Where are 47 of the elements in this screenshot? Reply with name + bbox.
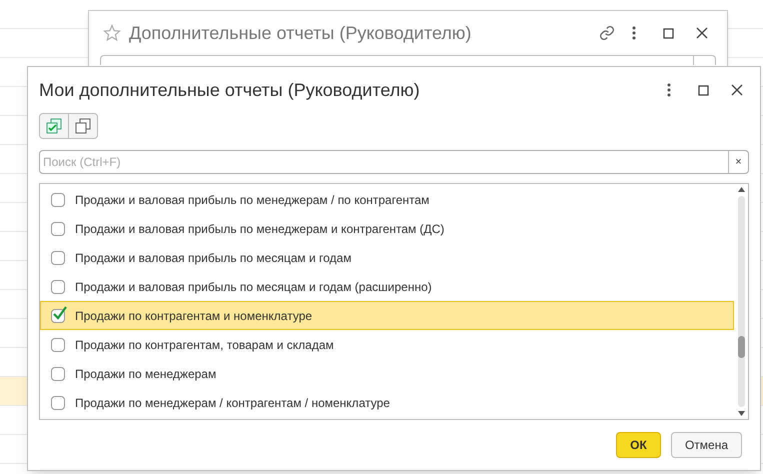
checkbox[interactable] [51, 250, 65, 264]
report-label: Продажи по менеджерам / контрагентам / номенклатуре [75, 394, 390, 412]
maximize-icon[interactable] [698, 84, 708, 96]
close-icon[interactable] [696, 27, 708, 39]
report-item[interactable]: Продажи и валовая прибыль по месяцам и годам [40, 243, 734, 272]
report-item[interactable]: Продажи и валовая прибыль по менеджерам / по контрагентам [40, 185, 734, 214]
report-item[interactable]: Продажи по контрагентам и номенклатуре [40, 301, 734, 330]
checked-copies-icon [46, 118, 62, 134]
report-label: Продажи по контрагентам и номенклатуре [75, 308, 312, 324]
cancel-button[interactable]: Отмена [671, 432, 742, 458]
checkbox[interactable] [51, 192, 65, 206]
ok-button[interactable]: ОК [616, 432, 661, 458]
window-title: Дополнительные отчеты (Руководителю) [129, 22, 472, 45]
report-label: Продажи по контрагентам, товарам и складам [75, 336, 334, 354]
link-icon[interactable] [599, 25, 615, 41]
report-item[interactable]: Продажи и валовая прибыль по менеджерам и контрагентам (ДС) [40, 214, 734, 243]
clear-button[interactable]: × [728, 151, 748, 173]
check-all-button[interactable] [39, 113, 69, 139]
scroll-down-icon[interactable] [738, 411, 744, 416]
report-item[interactable]: Продажи по менеджерам / контрагентам / номенклатуре [40, 388, 734, 417]
checkbox[interactable] [51, 366, 65, 380]
report-label: Продажи и валовая прибыль по менеджерам и контрагентам (ДС) [75, 220, 444, 238]
more-icon[interactable] [632, 26, 636, 40]
search-field[interactable]: Поиск (Ctrl+F) × [39, 150, 749, 174]
report-label: Продажи и валовая прибыль по месяцам и годам (расширенно) [75, 278, 432, 296]
checkbox[interactable] [51, 308, 65, 322]
checkbox[interactable] [51, 396, 65, 410]
scroll-up-icon[interactable] [738, 187, 744, 192]
uncheck-all-button[interactable] [69, 113, 98, 139]
star-icon[interactable] [103, 24, 121, 42]
copies-icon [75, 118, 91, 134]
report-item[interactable]: Продажи по контрагентам, товарам и складам [40, 330, 734, 359]
checkmark-icon [52, 306, 68, 322]
maximize-icon[interactable] [662, 28, 674, 38]
report-item[interactable]: Продажи по менеджерам [40, 359, 734, 388]
checkbox[interactable] [51, 222, 65, 236]
search-field[interactable] [100, 55, 716, 65]
more-icon[interactable] [667, 83, 671, 97]
checkbox[interactable] [51, 338, 65, 352]
report-label: Продажи и валовая прибыль по менеджерам / по контрагентам [75, 192, 430, 208]
scrollbar-thumb[interactable] [738, 336, 744, 358]
checkbox[interactable] [51, 280, 65, 294]
report-label: Продажи и валовая прибыль по месяцам и годам [75, 250, 352, 266]
close-icon[interactable] [731, 84, 743, 96]
report-label: Продажи по менеджерам [75, 366, 216, 382]
dialog-title: Мои дополнительные отчеты (Руководителю) [39, 78, 421, 102]
report-item[interactable]: Продажи и валовая прибыль по месяцам и годам (расширенно) [40, 272, 734, 301]
